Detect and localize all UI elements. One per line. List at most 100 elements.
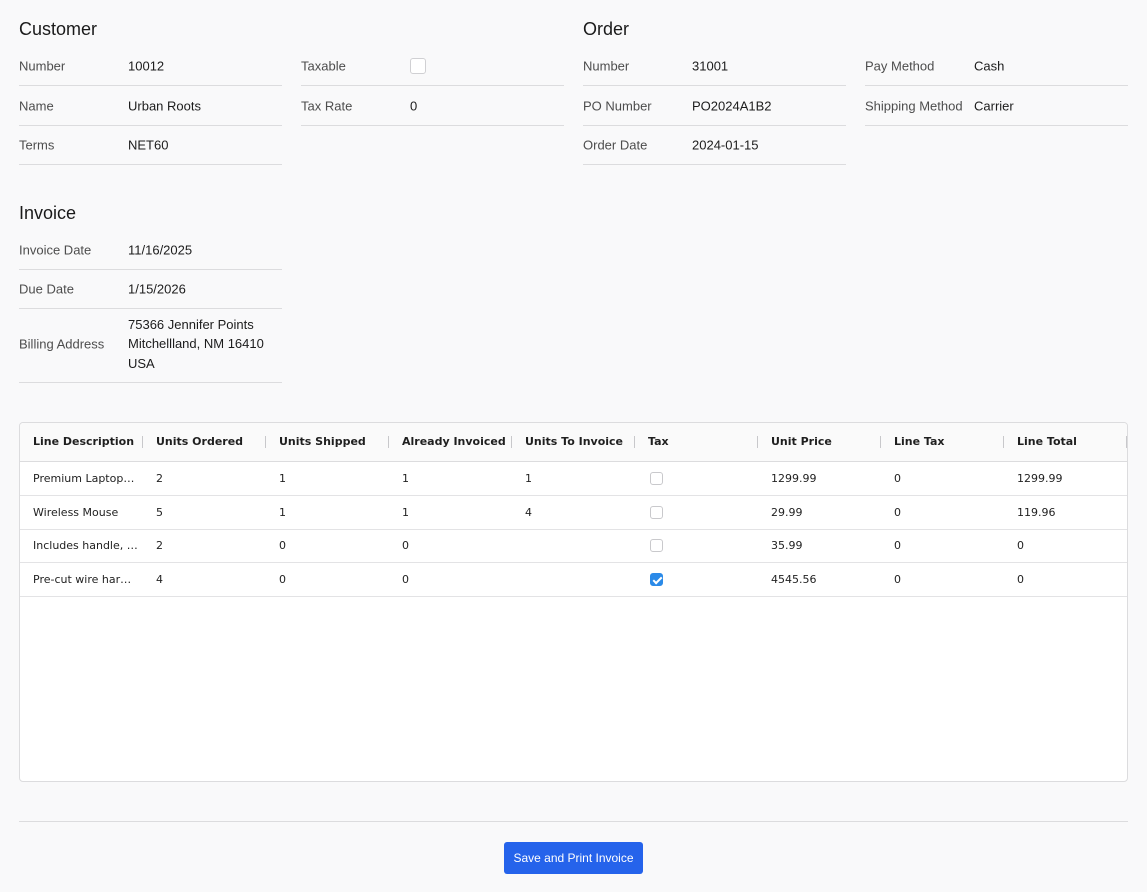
cell-units-shipped[interactable]: 0	[266, 529, 389, 562]
cell-unit-price[interactable]: 4545.56	[758, 563, 881, 596]
order-pay-method-label: Pay Method	[865, 58, 935, 73]
column-header-line-description[interactable]: Line Description	[20, 423, 143, 461]
table-row[interactable]: Includes handle, … 2 0 0 35.99 0 0	[20, 529, 1127, 564]
column-header-units-shipped[interactable]: Units Shipped	[266, 423, 389, 461]
column-header-already-invoiced[interactable]: Already Invoiced	[389, 423, 512, 461]
line-items-grid: Line Description Units Ordered Units Shipp…	[19, 422, 1128, 782]
column-header-line-tax[interactable]: Line Tax	[881, 423, 1004, 461]
cell-units-ordered[interactable]: 2	[143, 462, 266, 495]
invoice-due-label: Due Date	[19, 281, 74, 296]
customer-terms-value: NET60	[128, 137, 169, 152]
cell-line-description[interactable]: Premium Laptop…	[20, 462, 143, 495]
invoice-billing-address: 75366 Jennifer Points Mitchellland, NM 1…	[128, 314, 264, 373]
cell-line-tax[interactable]: 0	[881, 462, 1004, 495]
customer-tax-rate-field: Tax Rate 0	[301, 86, 564, 126]
column-header-unit-price[interactable]: Unit Price	[758, 423, 881, 461]
customer-tax-rate-value: 0	[410, 98, 418, 113]
order-po-value: PO2024A1B2	[692, 98, 772, 113]
tax-checkbox[interactable]	[650, 472, 663, 485]
customer-title: Customer	[19, 19, 98, 39]
order-pay-method-value: Cash	[974, 58, 1005, 73]
taxable-checkbox[interactable]	[410, 57, 426, 74]
customer-number-label: Number	[19, 58, 66, 73]
customer-number-value: 10012	[128, 58, 165, 73]
cell-units-ordered[interactable]: 4	[143, 563, 266, 596]
order-shipping-label: Shipping Method	[865, 98, 963, 113]
invoice-due-value: 1/15/2026	[128, 281, 186, 296]
column-header-units-to-invoice[interactable]: Units To Invoice	[512, 423, 635, 461]
table-row[interactable]: Premium Laptop… 2 1 1 1 1299.99 0 1299.99	[20, 462, 1127, 496]
cell-already-invoiced[interactable]: 0	[389, 529, 512, 562]
invoice-title: Invoice	[19, 203, 77, 223]
cell-units-shipped[interactable]: 1	[266, 496, 389, 529]
cell-line-total[interactable]: 119.96	[1004, 496, 1127, 529]
cell-units-ordered[interactable]: 2	[143, 529, 266, 562]
save-print-invoice-button[interactable]: Save and Print Invoice	[504, 842, 643, 874]
cell-already-invoiced[interactable]: 0	[389, 563, 512, 596]
table-row[interactable]: Wireless Mouse 5 1 1 4 29.99 0 119.96	[20, 496, 1127, 530]
cell-line-total[interactable]: 0	[1004, 529, 1127, 562]
cell-already-invoiced[interactable]: 1	[389, 462, 512, 495]
invoice-date-label: Invoice Date	[19, 242, 92, 257]
invoice-due-field: Due Date 1/15/2026	[19, 269, 282, 309]
cell-line-tax[interactable]: 0	[881, 563, 1004, 596]
customer-name-label: Name	[19, 98, 54, 113]
customer-terms-field: Terms NET60	[19, 125, 282, 165]
footer-divider	[19, 821, 1128, 822]
tax-checkbox[interactable]	[650, 573, 663, 587]
order-number-value: 31001	[692, 58, 729, 73]
order-shipping-field: Shipping Method Carrier	[865, 86, 1128, 126]
cell-unit-price[interactable]: 1299.99	[758, 462, 881, 495]
invoice-date-field: Invoice Date 11/16/2025	[19, 230, 282, 270]
cell-line-total[interactable]: 0	[1004, 563, 1127, 596]
cell-tax[interactable]	[635, 563, 758, 596]
grid-header: Line Description Units Ordered Units Shipp…	[20, 423, 1127, 462]
customer-taxable-label: Taxable	[301, 58, 346, 73]
order-shipping-value: Carrier	[974, 98, 1014, 113]
column-header-tax[interactable]: Tax	[635, 423, 758, 461]
cell-line-tax[interactable]: 0	[881, 529, 1004, 562]
billing-line-2: Mitchellland, NM 16410	[128, 335, 264, 351]
tax-checkbox[interactable]	[650, 505, 663, 519]
invoice-billing-field: Billing Address 75366 Jennifer Points Mi…	[19, 305, 282, 383]
cell-units-ordered[interactable]: 5	[143, 496, 266, 529]
cell-already-invoiced[interactable]: 1	[389, 496, 512, 529]
customer-number-field: Number 10012	[19, 46, 282, 86]
customer-taxable-field: Taxable	[301, 46, 564, 86]
order-date-label: Order Date	[583, 137, 648, 152]
column-header-line-total[interactable]: Line Total	[1004, 423, 1127, 461]
customer-tax-rate-label: Tax Rate	[301, 98, 353, 113]
invoice-date-value: 11/16/2025	[128, 242, 193, 257]
cell-units-shipped[interactable]: 1	[266, 462, 389, 495]
cell-tax[interactable]	[635, 496, 758, 529]
column-resize-handle[interactable]	[1126, 436, 1127, 448]
cell-line-description[interactable]: Wireless Mouse	[20, 496, 143, 529]
table-row[interactable]: Pre-cut wire har… 4 0 0 4545.56 0 0	[20, 563, 1127, 598]
cell-tax[interactable]	[635, 529, 758, 562]
customer-name-field: Name Urban Roots	[19, 86, 282, 126]
order-number-field: Number 31001	[583, 46, 846, 86]
order-number-label: Number	[583, 58, 630, 73]
order-date-field: Order Date 2024-01-15	[583, 125, 846, 165]
cell-units-to-invoice[interactable]	[512, 529, 635, 562]
cell-line-description[interactable]: Includes handle, …	[20, 529, 143, 562]
cell-units-to-invoice[interactable]: 4	[512, 496, 635, 529]
customer-name-value: Urban Roots	[128, 98, 201, 113]
cell-units-to-invoice[interactable]	[512, 563, 635, 596]
cell-unit-price[interactable]: 29.99	[758, 496, 881, 529]
cell-units-shipped[interactable]: 0	[266, 563, 389, 596]
tax-checkbox[interactable]	[650, 539, 663, 553]
cell-line-tax[interactable]: 0	[881, 496, 1004, 529]
order-po-field: PO Number PO2024A1B2	[583, 86, 846, 126]
order-title: Order	[583, 19, 630, 39]
invoice-billing-label: Billing Address	[19, 336, 105, 351]
column-header-units-ordered[interactable]: Units Ordered	[143, 423, 266, 461]
customer-terms-label: Terms	[19, 137, 55, 152]
order-date-value: 2024-01-15	[692, 137, 759, 152]
cell-units-to-invoice[interactable]: 1	[512, 462, 635, 495]
cell-line-total[interactable]: 1299.99	[1004, 462, 1127, 495]
cell-line-description[interactable]: Pre-cut wire har…	[20, 563, 143, 596]
cell-unit-price[interactable]: 35.99	[758, 529, 881, 562]
billing-line-1: 75366 Jennifer Points	[128, 316, 254, 332]
cell-tax[interactable]	[635, 462, 758, 495]
